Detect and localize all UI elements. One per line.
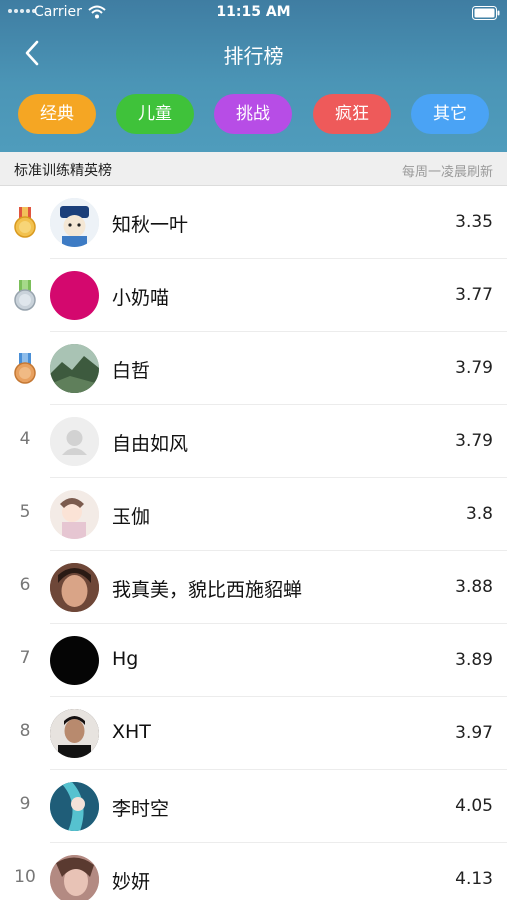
clock-time: 11:15 AM: [216, 4, 291, 20]
player-name: 玉伽: [112, 506, 151, 528]
avatar: [50, 271, 99, 320]
avatar: [50, 782, 99, 831]
player-score: 3.77: [455, 285, 493, 305]
player-score: 3.88: [455, 577, 493, 597]
avatar: [50, 344, 99, 393]
leaderboard-row[interactable]: 知秋一叶 3.35: [0, 186, 507, 259]
rank-number: 4: [19, 429, 31, 449]
leaderboard-row[interactable]: 5 玉伽 3.8: [0, 478, 507, 551]
player-name: XHT: [112, 721, 151, 743]
player-score: 3.8: [465, 504, 493, 524]
page-title: 排行榜: [223, 44, 284, 68]
battery-icon: [472, 6, 500, 20]
player-name: 小奶喵: [112, 287, 170, 309]
player-name: 知秋一叶: [112, 214, 189, 236]
status-bar: Carrier 11:15 AM: [0, 0, 507, 26]
header: Carrier 11:15 AM 排行榜 经典 儿童 挑战 疯狂 其它: [0, 0, 507, 152]
category-tabs: 经典 儿童 挑战 疯狂 其它: [0, 94, 507, 136]
avatar: [50, 417, 99, 466]
player-score: 3.79: [455, 358, 493, 378]
leaderboard-row[interactable]: 7 Hg 3.89: [0, 624, 507, 697]
player-score: 3.97: [455, 723, 493, 743]
leaderboard-row[interactable]: 6 我真美，貌比西施貂蝉 3.88: [0, 551, 507, 624]
avatar: [50, 709, 99, 758]
avatar: [50, 636, 99, 685]
avatar: [50, 490, 99, 539]
tab-children[interactable]: 儿童: [116, 94, 194, 134]
leaderboard-row[interactable]: 小奶喵 3.77: [0, 259, 507, 332]
tab-classic[interactable]: 经典: [18, 94, 96, 134]
player-score: 3.89: [455, 650, 493, 670]
leaderboard-row[interactable]: 9 李时空 4.05: [0, 770, 507, 843]
leaderboard-row[interactable]: 4 自由如风 3.79: [0, 405, 507, 478]
player-score: 4.13: [455, 869, 493, 889]
player-score: 3.35: [455, 212, 493, 232]
gold-medal-icon: [14, 207, 36, 238]
rank-number: 10: [14, 867, 36, 887]
avatar: [50, 855, 99, 900]
player-name: 白哲: [112, 360, 151, 382]
player-name: 妙妍: [112, 871, 151, 893]
rank-number: 7: [19, 648, 31, 668]
rank-number: 8: [19, 721, 31, 741]
tab-other[interactable]: 其它: [411, 94, 489, 134]
avatar: [50, 563, 99, 612]
nav-bar: 排行榜: [0, 26, 507, 80]
leaderboard-row[interactable]: 10 妙妍 4.13: [0, 843, 507, 900]
leaderboard-row[interactable]: 白哲 3.79: [0, 332, 507, 405]
player-name: Hg: [112, 648, 139, 670]
rank-number: 6: [19, 575, 31, 595]
rank-number: 9: [19, 794, 31, 814]
player-name: 自由如风: [112, 433, 189, 455]
player-score: 3.79: [455, 431, 493, 451]
section-header: 标准训练精英榜 每周一凌晨刷新: [0, 152, 507, 186]
avatar: [50, 198, 99, 247]
tab-crazy[interactable]: 疯狂: [313, 94, 391, 134]
refresh-note: 每周一凌晨刷新: [401, 165, 493, 180]
silver-medal-icon: [14, 280, 36, 311]
leaderboard-row[interactable]: 8 XHT 3.97: [0, 697, 507, 770]
section-title: 标准训练精英榜: [14, 163, 112, 179]
player-name: 我真美，貌比西施貂蝉: [112, 579, 303, 601]
bronze-medal-icon: [14, 353, 36, 384]
player-name: 李时空: [112, 798, 170, 820]
tab-challenge[interactable]: 挑战: [214, 94, 292, 134]
player-score: 4.05: [455, 796, 493, 816]
rank-number: 5: [19, 502, 31, 522]
